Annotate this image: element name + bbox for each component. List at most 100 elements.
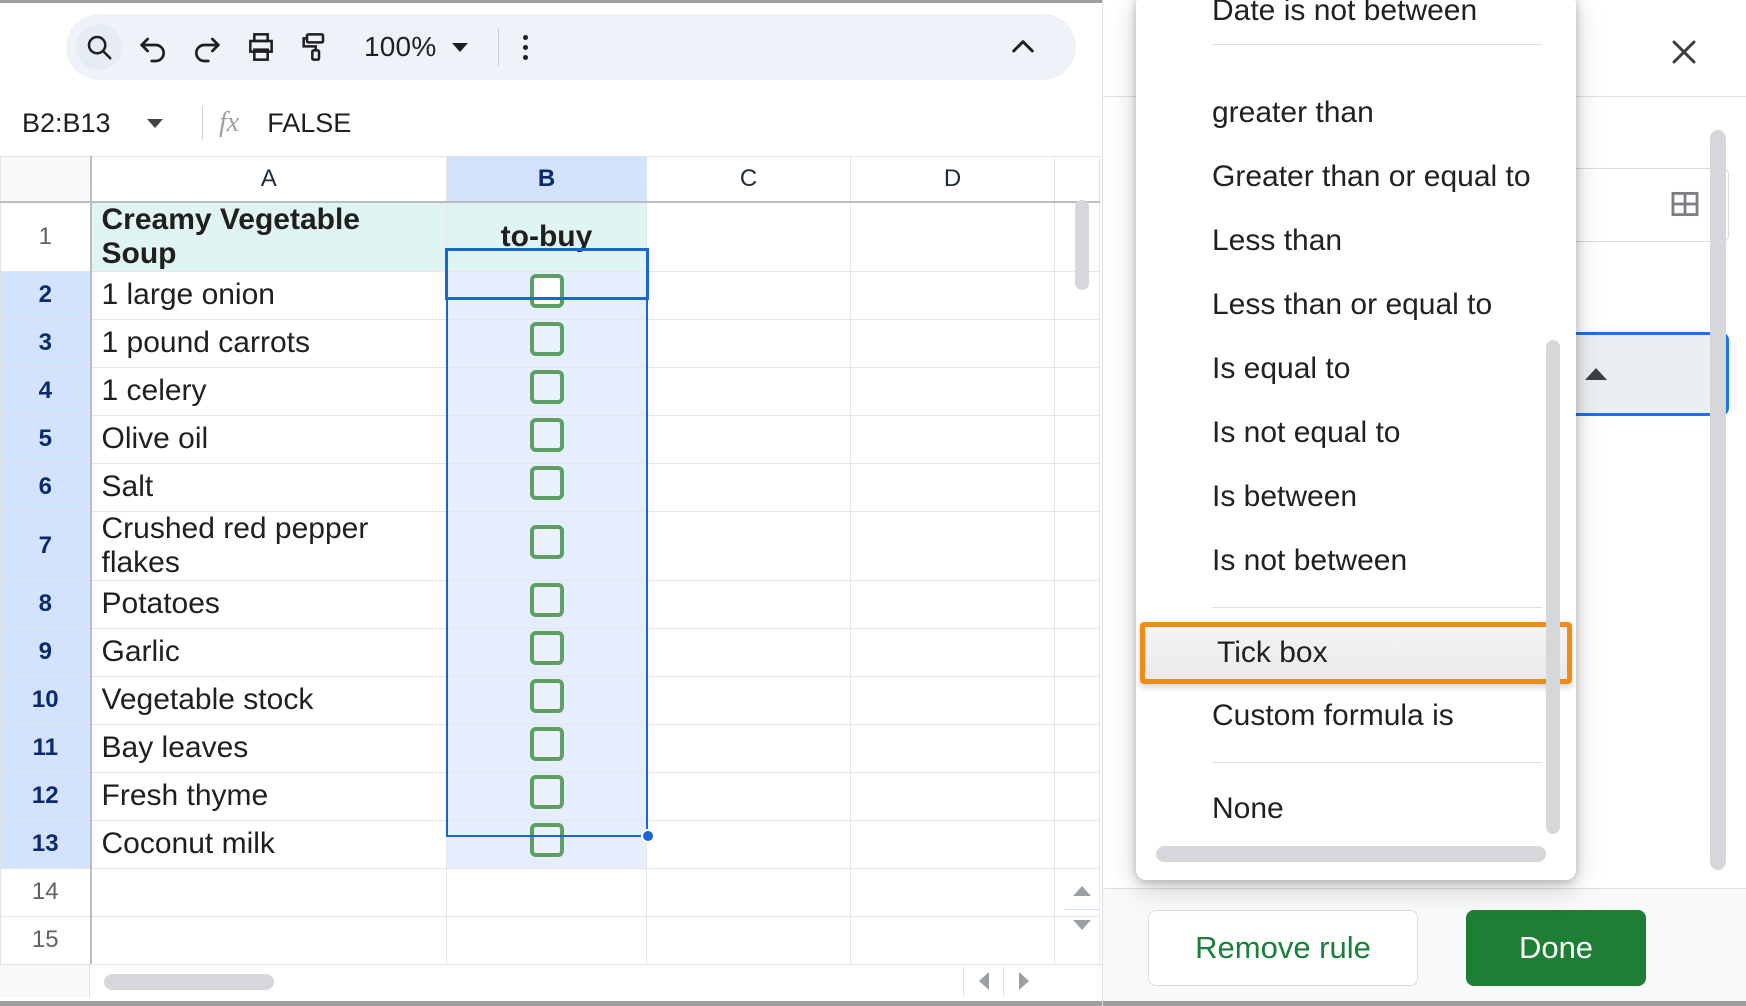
cell-b2[interactable] xyxy=(446,270,647,320)
column-header-b[interactable]: B xyxy=(446,156,647,203)
row-header-1[interactable]: 1 xyxy=(0,201,92,272)
row-header-11[interactable]: 11 xyxy=(0,723,92,773)
condition-dropdown-menu[interactable]: Date is not between greater than Greater… xyxy=(1136,0,1576,880)
collapse-toolbar-icon[interactable] xyxy=(1000,24,1046,70)
row-header-14[interactable]: 14 xyxy=(0,867,92,917)
cell-a14[interactable] xyxy=(90,867,447,917)
cell-d6[interactable] xyxy=(850,462,1055,512)
cell-b8[interactable] xyxy=(446,579,647,629)
scroll-up-arrow-icon[interactable] xyxy=(1069,874,1095,908)
cell-a10[interactable]: Vegetable stock xyxy=(90,675,447,725)
grid-select-range-icon[interactable] xyxy=(1668,187,1702,226)
cell-b12[interactable] xyxy=(446,771,647,821)
cell-a7[interactable]: Crushed red pepper flakes xyxy=(90,510,447,581)
menu-horizontal-scroll-thumb[interactable] xyxy=(1156,846,1546,862)
checkbox-unchecked-icon[interactable] xyxy=(529,370,564,404)
menu-item-is-not-between[interactable]: Is not between xyxy=(1136,529,1576,593)
cell-b3[interactable] xyxy=(446,318,647,368)
column-header-c[interactable]: C xyxy=(646,156,851,203)
row-header-15[interactable]: 15 xyxy=(0,915,92,965)
cell-d10[interactable] xyxy=(850,675,1055,725)
cell-c4[interactable] xyxy=(646,366,851,416)
menu-item-date-is-not-between[interactable]: Date is not between xyxy=(1136,0,1576,28)
row-header-9[interactable]: 9 xyxy=(0,627,92,677)
checkbox-unchecked-icon[interactable] xyxy=(529,631,564,665)
remove-rule-button[interactable]: Remove rule xyxy=(1148,909,1418,986)
sheet-scroll-arrows[interactable] xyxy=(1069,874,1095,942)
column-header-e[interactable] xyxy=(1054,156,1100,203)
cell-d12[interactable] xyxy=(850,771,1055,821)
search-icon[interactable] xyxy=(76,24,122,70)
cell-d9[interactable] xyxy=(850,627,1055,677)
scroll-down-arrow-icon[interactable] xyxy=(1069,908,1095,942)
cell-c13[interactable] xyxy=(646,819,851,869)
checkbox-unchecked-icon[interactable] xyxy=(529,583,564,617)
print-icon[interactable] xyxy=(238,24,284,70)
cell-d1[interactable] xyxy=(850,201,1055,272)
cell-a1[interactable]: Creamy Vegetable Soup xyxy=(90,201,447,272)
menu-item-is-between[interactable]: Is between xyxy=(1136,465,1576,529)
menu-item-none[interactable]: None xyxy=(1136,777,1576,841)
sheet-vertical-scroll-thumb[interactable] xyxy=(1075,200,1089,290)
menu-item-greater-than[interactable]: greater than xyxy=(1136,81,1576,145)
row-header-10[interactable]: 10 xyxy=(0,675,92,725)
column-header-a[interactable]: A xyxy=(90,156,447,203)
cell-c9[interactable] xyxy=(646,627,851,677)
cell-a12[interactable]: Fresh thyme xyxy=(90,771,447,821)
cell-c8[interactable] xyxy=(646,579,851,629)
menu-item-less-than[interactable]: Less than xyxy=(1136,209,1576,273)
cell-b9[interactable] xyxy=(446,627,647,677)
cell-c1[interactable] xyxy=(646,201,851,272)
redo-icon[interactable] xyxy=(184,24,230,70)
row-header-13[interactable]: 13 xyxy=(0,819,92,869)
checkbox-unchecked-icon[interactable] xyxy=(529,679,564,713)
cell-b5[interactable] xyxy=(446,414,647,464)
dialog-scroll-thumb[interactable] xyxy=(1710,130,1726,870)
cell-b1[interactable]: to-buy xyxy=(446,201,647,272)
cell-b13[interactable] xyxy=(446,819,647,869)
sheet-horizontal-scrollbar[interactable] xyxy=(0,964,1103,998)
cell-d15[interactable] xyxy=(850,915,1055,965)
cell-d5[interactable] xyxy=(850,414,1055,464)
sheet-vertical-scrollbar[interactable] xyxy=(1075,196,1089,912)
more-options-icon[interactable] xyxy=(523,34,529,60)
row-header-4[interactable]: 4 xyxy=(0,366,92,416)
cell-b7[interactable] xyxy=(446,510,647,581)
menu-item-is-not-equal-to[interactable]: Is not equal to xyxy=(1136,401,1576,465)
cell-c10[interactable] xyxy=(646,675,851,725)
menu-item-custom-formula-is[interactable]: Custom formula is xyxy=(1136,684,1576,748)
row-header-3[interactable]: 3 xyxy=(0,318,92,368)
cell-c12[interactable] xyxy=(646,771,851,821)
sheet-pager-arrows[interactable] xyxy=(963,966,1043,996)
cell-d2[interactable] xyxy=(850,270,1055,320)
scroll-right-arrow-icon[interactable] xyxy=(1003,966,1043,996)
cell-c5[interactable] xyxy=(646,414,851,464)
checkbox-unchecked-icon[interactable] xyxy=(529,322,564,356)
cell-d7[interactable] xyxy=(850,510,1055,581)
formula-input[interactable]: FALSE xyxy=(267,108,351,139)
cell-d3[interactable] xyxy=(850,318,1055,368)
checkbox-unchecked-icon[interactable] xyxy=(529,466,564,500)
cell-c14[interactable] xyxy=(646,867,851,917)
cell-c6[interactable] xyxy=(646,462,851,512)
cell-c7[interactable] xyxy=(646,510,851,581)
menu-item-less-than-or-equal-to[interactable]: Less than or equal to xyxy=(1136,273,1576,337)
undo-icon[interactable] xyxy=(130,24,176,70)
cell-a5[interactable]: Olive oil xyxy=(90,414,447,464)
cell-a15[interactable] xyxy=(90,915,447,965)
done-button[interactable]: Done xyxy=(1466,909,1646,986)
close-icon[interactable] xyxy=(1662,30,1706,74)
menu-item-greater-than-or-equal-to[interactable]: Greater than or equal to xyxy=(1136,145,1576,209)
cell-a3[interactable]: 1 pound carrots xyxy=(90,318,447,368)
cell-a9[interactable]: Garlic xyxy=(90,627,447,677)
row-header-12[interactable]: 12 xyxy=(0,771,92,821)
cell-b15[interactable] xyxy=(446,915,647,965)
paint-format-icon[interactable] xyxy=(292,24,338,70)
cell-d11[interactable] xyxy=(850,723,1055,773)
menu-item-tick-box[interactable]: Tick box xyxy=(1140,622,1572,684)
cell-c15[interactable] xyxy=(646,915,851,965)
cell-c11[interactable] xyxy=(646,723,851,773)
checkbox-unchecked-icon[interactable] xyxy=(529,274,564,308)
cell-c2[interactable] xyxy=(646,270,851,320)
row-header-7[interactable]: 7 xyxy=(0,510,92,581)
